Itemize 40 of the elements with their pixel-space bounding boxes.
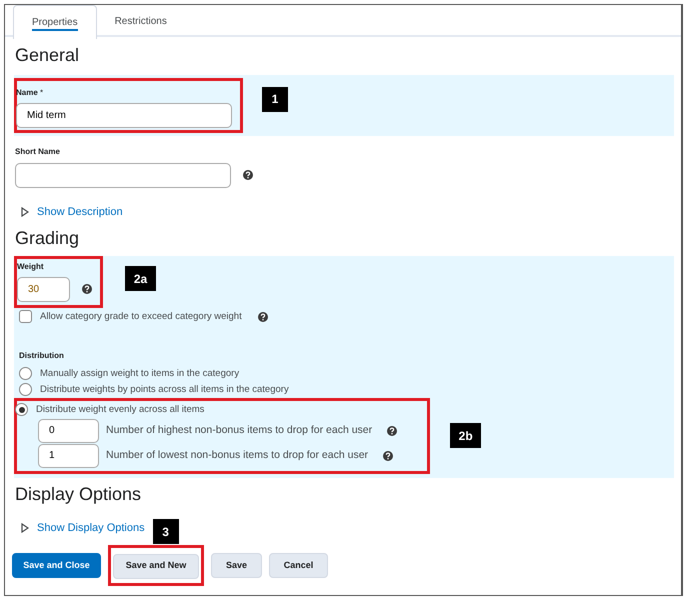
button[interactable]: Save and Close (12, 552, 101, 578)
radio-button[interactable] (15, 403, 28, 416)
option-label: Distribute weight evenly across all items (36, 402, 204, 417)
field-label: Short Name (15, 146, 61, 158)
short-name-field[interactable] (15, 162, 231, 188)
button[interactable]: Cancel (269, 552, 328, 578)
field-label: Distribution (19, 350, 65, 362)
tab[interactable]: Properties (13, 5, 97, 39)
option-label: Distribute weights by points across all items in the category (40, 382, 289, 397)
callout-number: 1 (262, 86, 288, 112)
option-label: Allow category grade to exceed category weight (40, 310, 242, 324)
section-heading: Display Options (14, 484, 142, 506)
name-field[interactable]: Mid term (16, 102, 232, 128)
show-link[interactable]: Show Description (37, 204, 123, 220)
radio-button[interactable] (19, 383, 32, 396)
section-heading: General (14, 45, 80, 67)
button[interactable]: Save (211, 552, 262, 578)
tab[interactable]: Restrictions (96, 5, 185, 37)
drop-count-field[interactable]: 1 (38, 444, 99, 468)
expand-triangle-icon[interactable] (21, 522, 29, 533)
option-label: Number of lowest non-bonus items to drop for each user (106, 448, 368, 464)
expand-triangle-icon[interactable] (21, 206, 29, 217)
section-heading: Grading (14, 228, 80, 250)
drop-count-field[interactable]: 0 (38, 418, 99, 443)
field-label: Weight (17, 260, 45, 273)
help-icon[interactable] (383, 450, 394, 461)
option-label: Manually assign weight to items in the category (40, 366, 240, 381)
option-label: Number of highest non-bonus items to drop for each user (106, 423, 372, 438)
help-icon[interactable] (258, 312, 268, 322)
weight-field[interactable]: 30 (17, 276, 70, 302)
help-icon[interactable] (82, 284, 92, 294)
help-icon[interactable] (387, 426, 398, 436)
callout-number: 2b (450, 423, 482, 448)
checkbox[interactable] (19, 310, 32, 324)
callout-number: 3 (152, 519, 179, 544)
callout-number: 2a (125, 266, 156, 292)
show-link[interactable]: Show Display Options (37, 520, 145, 536)
help-icon[interactable] (243, 170, 253, 180)
button[interactable]: Save and New (113, 554, 199, 579)
radio-button[interactable] (19, 367, 32, 380)
